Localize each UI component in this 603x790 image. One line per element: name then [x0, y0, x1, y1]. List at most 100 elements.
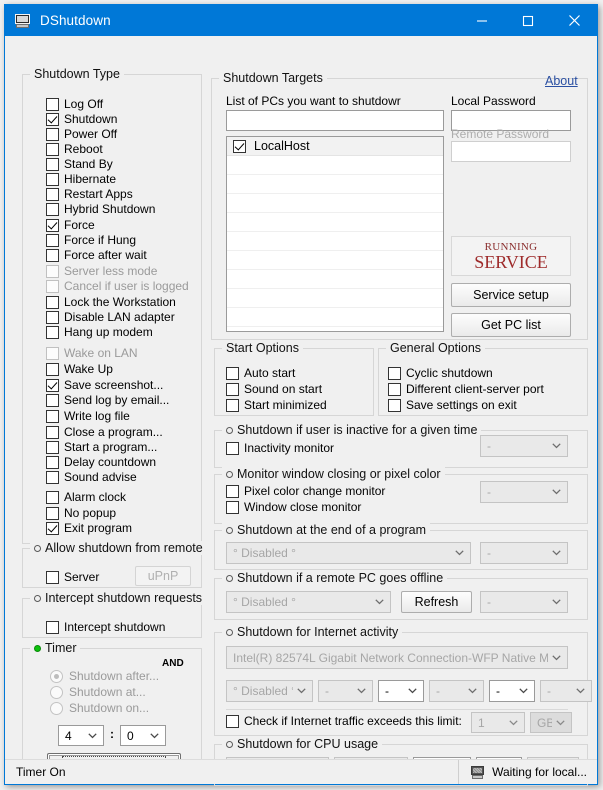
checkbox-log-off[interactable]: Log Off [46, 97, 103, 111]
traffic-limit-value: 1 [478, 716, 505, 730]
checkbox-save-screenshot[interactable]: Save screenshot... [46, 378, 163, 392]
checkbox-lock-workstation[interactable]: Lock the Workstation [46, 295, 176, 309]
network-adapter-combo: Intel(R) 82574L Gigabit Network Connecti… [226, 646, 568, 669]
list-item[interactable] [227, 213, 443, 232]
checkbox-hang-up-modem[interactable]: Hang up modem [46, 325, 153, 339]
list-item[interactable] [227, 251, 443, 270]
checkbox-force-after-wait[interactable]: Force after wait [46, 248, 147, 262]
checkbox-label: Alarm clock [64, 490, 126, 504]
list-item[interactable] [227, 156, 443, 175]
checkbox-force[interactable]: Force [46, 218, 95, 232]
checkbox-box [226, 442, 239, 455]
list-item[interactable] [227, 270, 443, 289]
checkbox-box [46, 347, 59, 360]
checkbox-stand-by[interactable]: Stand By [46, 157, 113, 171]
checkbox-label: Force after wait [64, 248, 147, 262]
internet-combo-5[interactable]: - [489, 680, 535, 702]
get-pc-list-label: Get PC list [481, 318, 541, 332]
timer-minutes-combo[interactable]: 0 [120, 725, 166, 746]
checkbox-cyclic-shutdown[interactable]: Cyclic shutdown [388, 366, 493, 380]
checkbox-reboot[interactable]: Reboot [46, 142, 103, 156]
checkbox-intercept-shutdown[interactable]: Intercept shutdown [46, 620, 165, 634]
checkbox-power-off[interactable]: Power Off [46, 127, 117, 141]
checkbox-label: Send log by email... [64, 393, 169, 407]
remote-offline-side-value: - [487, 595, 548, 609]
checkbox-inactivity-monitor[interactable]: Inactivity monitor [226, 441, 334, 455]
checkbox-box [46, 621, 59, 634]
radio-circle [50, 686, 63, 699]
checkbox-save-settings-on-exit[interactable]: Save settings on exit [388, 398, 517, 412]
status-right-text: Waiting for local... [492, 765, 587, 779]
checkbox-box [46, 410, 59, 423]
checkbox-sound-advise[interactable]: Sound advise [46, 470, 137, 484]
checkbox-server[interactable]: Server [46, 570, 99, 584]
checkbox-hibernate[interactable]: Hibernate [46, 172, 116, 186]
service-setup-button[interactable]: Service setup [451, 283, 571, 307]
inactivity-combo-value: - [487, 439, 548, 453]
get-pc-list-button[interactable]: Get PC list [451, 313, 571, 337]
list-item[interactable] [227, 232, 443, 251]
timer-legend-text: Timer [45, 641, 76, 655]
timer-hours-combo[interactable]: 4 [58, 725, 104, 746]
inactivity-legend-text: Shutdown if user is inactive for a given… [237, 423, 477, 437]
checkbox-force-if-hung[interactable]: Force if Hung [46, 233, 136, 247]
checkbox-box [233, 140, 246, 153]
checkbox-shutdown[interactable]: Shutdown [46, 112, 117, 126]
refresh-button[interactable]: Refresh [401, 591, 472, 613]
checkbox-close-a-program[interactable]: Close a program... [46, 425, 163, 439]
radio-label: Shutdown at... [69, 685, 146, 699]
checkbox-restart-apps[interactable]: Restart Apps [46, 187, 133, 201]
internet-combo-4: - [429, 680, 484, 702]
traffic-limit-value-combo: 1 [471, 712, 525, 733]
remote-password-input [451, 141, 571, 162]
checkbox-send-log-by-email[interactable]: Send log by email... [46, 393, 169, 407]
chevron-down-icon [404, 688, 420, 694]
checkbox-label: Sound advise [64, 470, 137, 484]
checkbox-exit-program[interactable]: Exit program [46, 521, 132, 535]
checkbox-label: Save screenshot... [64, 378, 163, 392]
checkbox-alarm-clock[interactable]: Alarm clock [46, 490, 126, 504]
list-item[interactable]: LocalHost [227, 137, 443, 156]
list-item[interactable] [227, 289, 443, 308]
checkbox-label: Server less mode [64, 264, 157, 278]
internet-combo-3-value: - [385, 684, 404, 698]
monitor-window-legend: Monitor window closing or pixel color [222, 467, 445, 481]
checkbox-delay-countdown[interactable]: Delay countdown [46, 455, 156, 469]
chevron-down-icon [451, 550, 467, 556]
pc-name-input[interactable] [226, 110, 444, 131]
checkbox-pixel-color-change-monitor[interactable]: Pixel color change monitor [226, 484, 385, 498]
checkbox-label: Delay countdown [64, 455, 156, 469]
network-adapter-value: Intel(R) 82574L Gigabit Network Connecti… [233, 651, 548, 665]
internet-combo-6: - [540, 680, 592, 702]
chevron-down-icon [515, 688, 531, 694]
internet-combo-3[interactable]: - [378, 680, 424, 702]
checkbox-different-client-server-port[interactable]: Different client-server port [388, 382, 544, 396]
pc-list[interactable]: LocalHost [226, 136, 444, 332]
list-item[interactable] [227, 194, 443, 213]
checkbox-window-close-monitor[interactable]: Window close monitor [226, 500, 361, 514]
radio-label: Shutdown on... [69, 701, 149, 715]
checkbox-sound-on-start[interactable]: Sound on start [226, 382, 322, 396]
status-dot-icon [226, 527, 233, 534]
checkbox-internet-traffic-limit[interactable]: Check if Internet traffic exceeds this l… [226, 714, 462, 728]
list-item[interactable] [227, 308, 443, 327]
checkbox-auto-start[interactable]: Auto start [226, 366, 295, 380]
checkbox-no-popup[interactable]: No popup [46, 506, 116, 520]
checkbox-box [46, 379, 59, 392]
list-item[interactable] [227, 175, 443, 194]
checkbox-box [226, 383, 239, 396]
checkbox-start-minimized[interactable]: Start minimized [226, 398, 327, 412]
chevron-down-icon [548, 550, 564, 556]
checkbox-write-log-file[interactable]: Write log file [46, 409, 130, 423]
checkbox-box [46, 522, 59, 535]
about-link[interactable]: About [545, 74, 578, 88]
checkbox-disable-lan-adapter[interactable]: Disable LAN adapter [46, 310, 175, 324]
checkbox-label: Force [64, 218, 95, 232]
minimize-button[interactable] [459, 5, 505, 36]
checkbox-start-a-program[interactable]: Start a program... [46, 440, 157, 454]
checkbox-label: Write log file [64, 409, 130, 423]
checkbox-hybrid-shutdown[interactable]: Hybrid Shutdown [46, 202, 155, 216]
maximize-button[interactable] [505, 5, 551, 36]
checkbox-wake-up[interactable]: Wake Up [46, 362, 113, 376]
close-button[interactable] [551, 5, 597, 36]
